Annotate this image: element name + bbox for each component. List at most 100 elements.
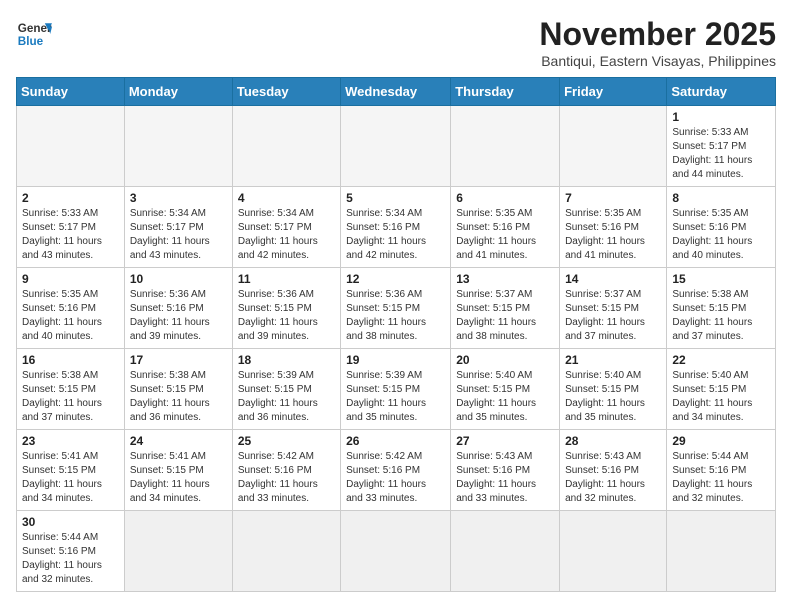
- calendar-cell: [17, 106, 125, 187]
- day-number: 30: [22, 515, 119, 529]
- calendar-cell: [560, 511, 667, 592]
- day-number: 2: [22, 191, 119, 205]
- calendar-cell: 8 Sunrise: 5:35 AM Sunset: 5:16 PM Daylig…: [667, 187, 776, 268]
- weekday-header-wednesday: Wednesday: [341, 78, 451, 106]
- day-info: Sunrise: 5:34 AM Sunset: 5:16 PM Dayligh…: [346, 207, 445, 263]
- calendar-cell: 5 Sunrise: 5:34 AM Sunset: 5:16 PM Daylig…: [341, 187, 451, 268]
- day-number: 22: [672, 353, 770, 367]
- weekday-header-friday: Friday: [560, 78, 667, 106]
- calendar-cell: 17 Sunrise: 5:38 AM Sunset: 5:15 PM Dayli…: [124, 349, 232, 430]
- calendar-cell: 27 Sunrise: 5:43 AM Sunset: 5:16 PM Dayli…: [451, 430, 560, 511]
- calendar-cell: 13 Sunrise: 5:37 AM Sunset: 5:15 PM Dayli…: [451, 268, 560, 349]
- day-info: Sunrise: 5:36 AM Sunset: 5:16 PM Dayligh…: [130, 288, 227, 344]
- week-row-3: 16Sunrise: 5:38 AM Sunset: 5:15 PM Dayli…: [17, 349, 776, 430]
- day-info: Sunrise: 5:41 AM Sunset: 5:15 PM Dayligh…: [130, 450, 227, 506]
- week-row-4: 23 Sunrise: 5:41 AM Sunset: 5:15 PM Dayli…: [17, 430, 776, 511]
- header: General Blue November 2025 Bantiqui, Eas…: [16, 16, 776, 69]
- weekday-header-thursday: Thursday: [451, 78, 560, 106]
- day-info: Sunrise: 5:42 AM Sunset: 5:16 PM Dayligh…: [346, 450, 445, 506]
- day-number: 29: [672, 434, 770, 448]
- calendar-cell: 7Sunrise: 5:35 AM Sunset: 5:16 PM Daylig…: [560, 187, 667, 268]
- calendar-cell: 6 Sunrise: 5:35 AM Sunset: 5:16 PM Daylig…: [451, 187, 560, 268]
- calendar-cell: 30 Sunrise: 5:44 AM Sunset: 5:16 PM Dayli…: [17, 511, 125, 592]
- day-info: Sunrise: 5:36 AM Sunset: 5:15 PM Dayligh…: [346, 288, 445, 344]
- day-info: Sunrise: 5:34 AM Sunset: 5:17 PM Dayligh…: [130, 207, 227, 263]
- week-row-2: 9Sunrise: 5:35 AM Sunset: 5:16 PM Daylig…: [17, 268, 776, 349]
- day-number: 24: [130, 434, 227, 448]
- calendar-table: SundayMondayTuesdayWednesdayThursdayFrid…: [16, 77, 776, 592]
- day-number: 27: [456, 434, 554, 448]
- day-number: 19: [346, 353, 445, 367]
- day-info: Sunrise: 5:38 AM Sunset: 5:15 PM Dayligh…: [130, 369, 227, 425]
- month-year: November 2025: [539, 16, 776, 53]
- day-info: Sunrise: 5:40 AM Sunset: 5:15 PM Dayligh…: [672, 369, 770, 425]
- day-info: Sunrise: 5:35 AM Sunset: 5:16 PM Dayligh…: [672, 207, 770, 263]
- calendar-cell: 9Sunrise: 5:35 AM Sunset: 5:16 PM Daylig…: [17, 268, 125, 349]
- calendar-cell: [124, 511, 232, 592]
- calendar-cell: [232, 106, 340, 187]
- day-info: Sunrise: 5:39 AM Sunset: 5:15 PM Dayligh…: [238, 369, 335, 425]
- weekday-header-monday: Monday: [124, 78, 232, 106]
- day-info: Sunrise: 5:44 AM Sunset: 5:16 PM Dayligh…: [22, 531, 119, 587]
- day-info: Sunrise: 5:44 AM Sunset: 5:16 PM Dayligh…: [672, 450, 770, 506]
- day-info: Sunrise: 5:35 AM Sunset: 5:16 PM Dayligh…: [456, 207, 554, 263]
- day-info: Sunrise: 5:37 AM Sunset: 5:15 PM Dayligh…: [456, 288, 554, 344]
- title-block: November 2025 Bantiqui, Eastern Visayas,…: [539, 16, 776, 69]
- day-number: 21: [565, 353, 661, 367]
- day-info: Sunrise: 5:37 AM Sunset: 5:15 PM Dayligh…: [565, 288, 661, 344]
- calendar-cell: 15 Sunrise: 5:38 AM Sunset: 5:15 PM Dayli…: [667, 268, 776, 349]
- day-number: 14: [565, 272, 661, 286]
- calendar-cell: 10 Sunrise: 5:36 AM Sunset: 5:16 PM Dayli…: [124, 268, 232, 349]
- calendar-cell: [232, 511, 340, 592]
- weekday-header-row: SundayMondayTuesdayWednesdayThursdayFrid…: [17, 78, 776, 106]
- day-number: 11: [238, 272, 335, 286]
- day-info: Sunrise: 5:34 AM Sunset: 5:17 PM Dayligh…: [238, 207, 335, 263]
- calendar-cell: 18 Sunrise: 5:39 AM Sunset: 5:15 PM Dayli…: [232, 349, 340, 430]
- day-number: 28: [565, 434, 661, 448]
- day-info: Sunrise: 5:39 AM Sunset: 5:15 PM Dayligh…: [346, 369, 445, 425]
- day-number: 18: [238, 353, 335, 367]
- calendar-cell: 19 Sunrise: 5:39 AM Sunset: 5:15 PM Dayli…: [341, 349, 451, 430]
- day-info: Sunrise: 5:38 AM Sunset: 5:15 PM Dayligh…: [672, 288, 770, 344]
- location: Bantiqui, Eastern Visayas, Philippines: [539, 53, 776, 69]
- day-info: Sunrise: 5:33 AM Sunset: 5:17 PM Dayligh…: [672, 126, 770, 182]
- day-number: 25: [238, 434, 335, 448]
- day-number: 15: [672, 272, 770, 286]
- calendar-cell: [451, 106, 560, 187]
- calendar-cell: 24 Sunrise: 5:41 AM Sunset: 5:15 PM Dayli…: [124, 430, 232, 511]
- calendar-cell: [560, 106, 667, 187]
- day-number: 13: [456, 272, 554, 286]
- calendar-cell: 20Sunrise: 5:40 AM Sunset: 5:15 PM Dayli…: [451, 349, 560, 430]
- day-info: Sunrise: 5:43 AM Sunset: 5:16 PM Dayligh…: [456, 450, 554, 506]
- calendar-cell: [341, 511, 451, 592]
- day-number: 5: [346, 191, 445, 205]
- day-info: Sunrise: 5:33 AM Sunset: 5:17 PM Dayligh…: [22, 207, 119, 263]
- calendar-cell: 4Sunrise: 5:34 AM Sunset: 5:17 PM Daylig…: [232, 187, 340, 268]
- day-number: 1: [672, 110, 770, 124]
- day-number: 6: [456, 191, 554, 205]
- day-info: Sunrise: 5:36 AM Sunset: 5:15 PM Dayligh…: [238, 288, 335, 344]
- day-number: 23: [22, 434, 119, 448]
- day-info: Sunrise: 5:41 AM Sunset: 5:15 PM Dayligh…: [22, 450, 119, 506]
- calendar-cell: 3 Sunrise: 5:34 AM Sunset: 5:17 PM Daylig…: [124, 187, 232, 268]
- day-number: 26: [346, 434, 445, 448]
- day-number: 10: [130, 272, 227, 286]
- week-row-5: 30 Sunrise: 5:44 AM Sunset: 5:16 PM Dayli…: [17, 511, 776, 592]
- day-info: Sunrise: 5:35 AM Sunset: 5:16 PM Dayligh…: [565, 207, 661, 263]
- calendar-cell: 16Sunrise: 5:38 AM Sunset: 5:15 PM Dayli…: [17, 349, 125, 430]
- day-info: Sunrise: 5:35 AM Sunset: 5:16 PM Dayligh…: [22, 288, 119, 344]
- day-info: Sunrise: 5:38 AM Sunset: 5:15 PM Dayligh…: [22, 369, 119, 425]
- calendar-cell: 21Sunrise: 5:40 AM Sunset: 5:15 PM Dayli…: [560, 349, 667, 430]
- calendar-cell: 12 Sunrise: 5:36 AM Sunset: 5:15 PM Dayli…: [341, 268, 451, 349]
- day-number: 8: [672, 191, 770, 205]
- weekday-header-tuesday: Tuesday: [232, 78, 340, 106]
- calendar-cell: 26 Sunrise: 5:42 AM Sunset: 5:16 PM Dayli…: [341, 430, 451, 511]
- day-number: 3: [130, 191, 227, 205]
- day-number: 17: [130, 353, 227, 367]
- day-number: 12: [346, 272, 445, 286]
- week-row-1: 2 Sunrise: 5:33 AM Sunset: 5:17 PM Daylig…: [17, 187, 776, 268]
- calendar-cell: [124, 106, 232, 187]
- logo-icon: General Blue: [16, 16, 52, 52]
- calendar-cell: 25Sunrise: 5:42 AM Sunset: 5:16 PM Dayli…: [232, 430, 340, 511]
- logo: General Blue: [16, 16, 52, 52]
